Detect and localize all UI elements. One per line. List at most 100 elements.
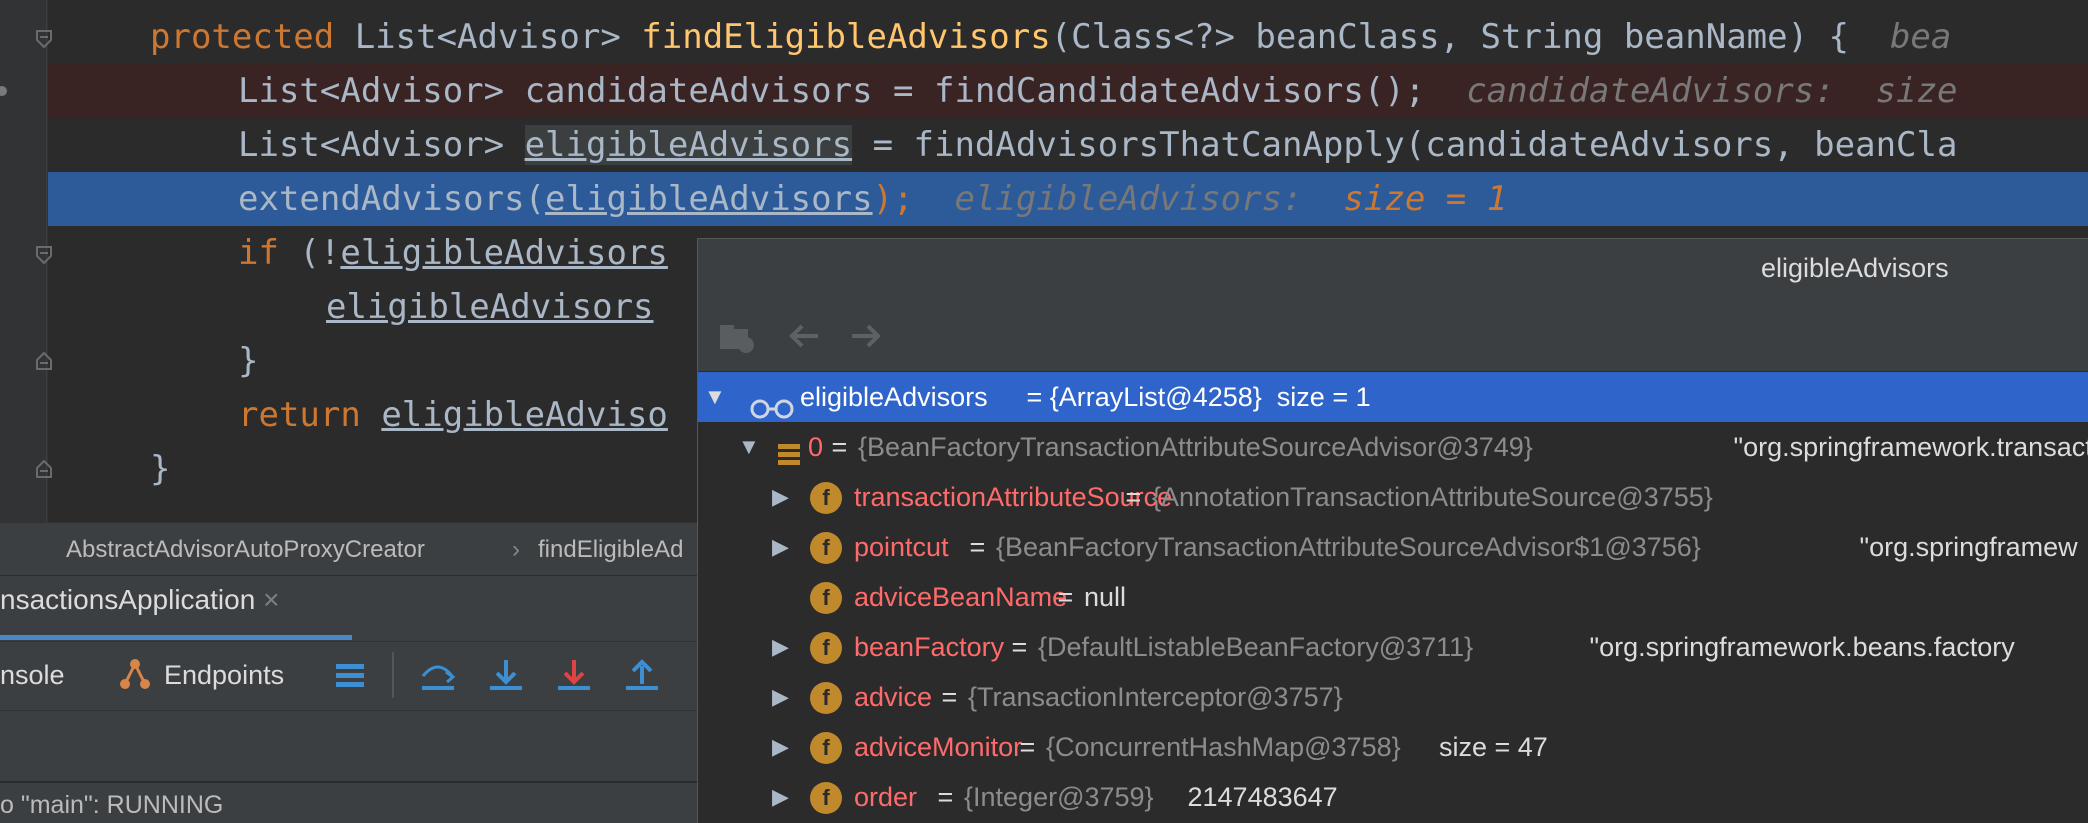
back-arrow-icon[interactable] [788, 321, 822, 356]
field-name: advice [854, 682, 933, 712]
equals: = [1050, 582, 1081, 612]
inline-debug-hint: eligibleAdvisors: [954, 179, 1303, 219]
fold-marker-icon[interactable] [36, 352, 52, 370]
tree-row-field[interactable]: ▶ f transactionAttributeSource = {Annota… [698, 472, 2088, 522]
frames-icon[interactable] [334, 662, 366, 697]
field-value: 2147483647 [1180, 782, 1338, 812]
code-text: List<Advisor> candidateAdvisors = findCa… [238, 71, 1426, 111]
field-name: beanFactory [854, 632, 1005, 662]
fold-marker-icon[interactable] [36, 460, 52, 478]
field-icon: f [810, 582, 842, 614]
toolbar-divider [392, 652, 394, 698]
popup-title: eligibleAdvisors [1761, 253, 1949, 283]
keyword: if [238, 233, 279, 273]
method-name: findEligibleAdvisors [641, 17, 1051, 57]
code-text: = findAdvisorsThatCanApply(candidateAdvi… [852, 125, 1958, 165]
code-line-9[interactable]: } [150, 442, 170, 496]
step-over-icon[interactable] [420, 658, 456, 699]
code-text: (Class<?> beanClass, String beanName) { [1050, 17, 1890, 57]
object-type: {Integer@3759} [964, 782, 1154, 812]
expand-icon[interactable]: ▶ [772, 622, 794, 672]
field-value: null [1084, 582, 1127, 612]
variable-eligibleAdvisors[interactable]: eligibleAdvisors [326, 287, 654, 327]
expand-icon[interactable]: ▶ [772, 472, 794, 522]
object-tostring: "org.springframew [1852, 532, 2078, 562]
variable-eligibleAdvisors[interactable]: eligibleAdvisors [545, 179, 873, 219]
threads-panel[interactable] [0, 710, 698, 781]
variable-name: eligibleAdvisors [800, 382, 988, 412]
breadcrumb: AbstractAdvisorAutoProxyCreator › findEl… [0, 522, 698, 575]
object-type: {TransactionInterceptor@3757} [968, 682, 1343, 712]
collapse-icon[interactable]: ▼ [704, 372, 726, 422]
forward-arrow-icon[interactable] [848, 321, 882, 356]
code-line-1[interactable]: protected List<Advisor> findEligibleAdvi… [150, 10, 1951, 64]
equals: = [824, 432, 855, 462]
collapse-icon[interactable]: ▼ [738, 422, 760, 472]
inline-debug-value: size = 1 [1343, 179, 1508, 219]
tree-row-field[interactable]: ▶ f pointcut = {BeanFactoryTransactionAt… [698, 522, 2088, 572]
expand-icon[interactable]: ▶ [772, 672, 794, 722]
expand-icon[interactable]: ▶ [772, 722, 794, 772]
code-text: (! [278, 233, 341, 273]
tree-row-field[interactable]: ▶ f beanFactory = {DefaultListableBeanFa… [698, 622, 2088, 672]
endpoints-icon[interactable] [118, 656, 152, 699]
popup-toolbar [698, 301, 2088, 372]
code-line-7[interactable]: } [238, 334, 258, 388]
equals: = [934, 682, 965, 712]
object-type: {BeanFactoryTransactionAttributeSourceAd… [996, 532, 1701, 562]
tree-row-root[interactable]: ▼ eligibleAdvisors = {ArrayList@4258} si… [698, 372, 2088, 422]
variable-name: 0 [808, 432, 824, 462]
expand-icon[interactable]: ▶ [772, 772, 794, 822]
object-tostring: "org.springframework.transactio [1726, 432, 2088, 462]
inline-debug-hint: bea [1889, 17, 1952, 57]
code-text: } [150, 449, 171, 489]
field-name: adviceMonitor [854, 732, 1023, 762]
code-line-8[interactable]: return eligibleAdviso [238, 388, 668, 442]
tab-endpoints[interactable]: Endpoints [164, 660, 284, 691]
code-line-3[interactable]: List<Advisor> eligibleAdvisors = findAdv… [238, 118, 1957, 172]
tree-row-field[interactable]: f adviceBeanName = null [698, 572, 2088, 622]
equals: = [1004, 632, 1035, 662]
breadcrumb-method[interactable]: findEligibleAd [538, 536, 683, 564]
keyword: protected [150, 17, 335, 57]
equals: = [1012, 732, 1043, 762]
code-line-2[interactable]: List<Advisor> candidateAdvisors = findCa… [238, 64, 1958, 118]
variable-inspector-popup[interactable]: eligibleAdvisors ▼ eligibleAdvisors = {A… [697, 238, 2088, 823]
step-out-icon[interactable] [624, 658, 660, 699]
inline-debug-hint: candidateAdvisors: [1466, 71, 1835, 111]
debug-toolbar: nsole Endpoints [0, 641, 698, 710]
step-into-icon[interactable] [488, 658, 524, 699]
tab-console[interactable]: nsole [0, 660, 65, 691]
thread-status-text: o "main": RUNNING [0, 791, 224, 819]
variable-eligibleAdvisors[interactable]: eligibleAdvisors [340, 233, 668, 273]
code-line-5[interactable]: if (!eligibleAdvisors [238, 226, 668, 280]
field-icon: f [810, 482, 842, 514]
tree-row-field[interactable]: ▶ f order = {Integer@3759} 2147483647 [698, 772, 2088, 822]
field-icon: f [810, 732, 842, 764]
variable-eligibleAdvisors[interactable]: eligibleAdviso [381, 395, 668, 435]
close-icon[interactable]: × [263, 584, 279, 615]
expand-icon[interactable]: ▶ [772, 522, 794, 572]
breadcrumb-class[interactable]: AbstractAdvisorAutoProxyCreator [66, 536, 425, 564]
fold-marker-icon[interactable] [36, 30, 52, 48]
add-to-watches-icon[interactable] [718, 319, 758, 360]
keyword: return [238, 395, 361, 435]
popup-title-bar[interactable]: eligibleAdvisors [698, 239, 2088, 301]
equals: = [930, 782, 961, 812]
tab-run-config[interactable]: nsactionsApplication × [0, 584, 279, 616]
force-step-into-icon[interactable] [556, 658, 592, 699]
tree-row-field[interactable]: ▶ f advice = {TransactionInterceptor@375… [698, 672, 2088, 722]
breakpoint-icon[interactable] [0, 84, 12, 98]
tree-row-field[interactable]: ▶ f adviceMonitor = {ConcurrentHashMap@3… [698, 722, 2088, 772]
debug-tab-bar: nsactionsApplication × [0, 575, 698, 642]
fold-marker-icon[interactable] [36, 246, 52, 264]
tab-label: nsactionsApplication [0, 584, 256, 615]
variable-tree[interactable]: ▼ eligibleAdvisors = {ArrayList@4258} si… [698, 372, 2088, 823]
code-line-6[interactable]: eligibleAdvisors [326, 280, 654, 334]
code-line-4[interactable]: extendAdvisors(eligibleAdvisors); eligib… [238, 172, 1507, 226]
code-text: } [238, 341, 259, 381]
equals: = [962, 532, 993, 562]
active-tab-indicator [0, 635, 352, 640]
variable-eligibleAdvisors[interactable]: eligibleAdvisors [524, 125, 853, 165]
tree-row-item-0[interactable]: ▼ 0 = {BeanFactoryTransactionAttributeSo… [698, 422, 2088, 472]
